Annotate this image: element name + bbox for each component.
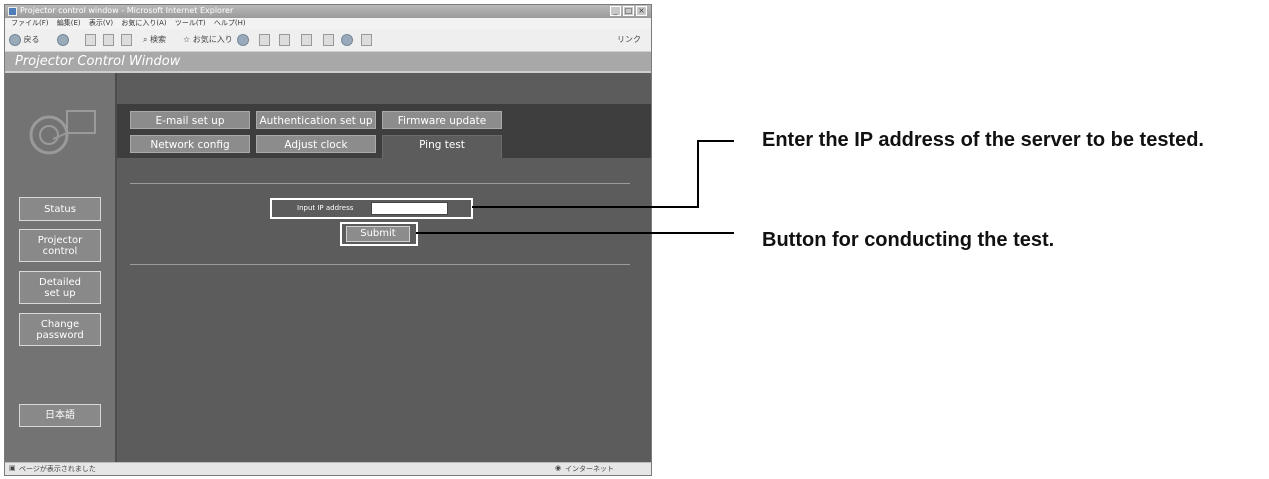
home-button[interactable] [121, 33, 132, 47]
back-arrow-icon [9, 33, 21, 46]
back-button[interactable]: 戻る [9, 33, 40, 47]
tab-adjust-clock[interactable]: Adjust clock [256, 135, 376, 153]
menu-tools[interactable]: ツール(T) [175, 18, 206, 29]
back-label: 戻る [23, 35, 40, 44]
menu-bar: ファイル(F) 編集(E) 表示(V) お気に入り(A) ツール(T) ヘルプ(… [5, 18, 651, 29]
minimize-button[interactable]: _ [610, 6, 621, 16]
sidebar-item-projector-control[interactable]: Projector control [19, 229, 101, 262]
menu-view[interactable]: 表示(V) [89, 18, 113, 29]
logo-icon [29, 110, 96, 155]
ip-address-label: Input IP address [297, 204, 354, 212]
tab-firmware-update[interactable]: Firmware update [382, 111, 502, 129]
globe-icon: ◉ [555, 464, 562, 472]
status-text: ページが表示されました [19, 465, 96, 473]
sidebar-item-detailed-setup[interactable]: Detailed set up [19, 271, 101, 304]
sidebar-item-status[interactable]: Status [19, 197, 101, 221]
browser-window: Projector control window - Microsoft Int… [4, 4, 652, 476]
callout-line-ip-h1 [472, 206, 698, 208]
submit-button[interactable]: Submit [346, 226, 410, 242]
ip-address-input[interactable] [371, 202, 448, 215]
tab-ping-test[interactable]: Ping test [382, 135, 502, 158]
edit-icon [301, 33, 312, 46]
discuss-icon [323, 33, 334, 46]
forward-button[interactable] [57, 33, 69, 47]
edit-button[interactable] [301, 33, 312, 47]
app-header: Projector Control Window [5, 52, 651, 73]
maximize-button[interactable]: □ [623, 6, 634, 16]
app-title: Projector Control Window [15, 54, 181, 69]
page-content: Status Projector control Detailed set up… [5, 73, 651, 463]
tab-email-setup[interactable]: E-mail set up [130, 111, 250, 129]
callout-ip-text: Enter the IP address of the server to be… [762, 129, 1204, 151]
messenger-button[interactable] [341, 33, 353, 47]
divider-top [130, 183, 630, 184]
callout-line-ip-v [697, 140, 699, 208]
research-icon [361, 33, 372, 46]
search-label: 検索 [150, 35, 167, 44]
status-bar: ▣ ページが表示されました ◉ インターネット [5, 462, 651, 475]
favorites-label: お気に入り [192, 35, 233, 44]
stop-icon [85, 33, 96, 46]
tab-network-config[interactable]: Network config [130, 135, 250, 153]
print-icon [279, 33, 290, 46]
star-icon: ☆ [183, 35, 191, 44]
submit-highlight: Submit [340, 222, 418, 246]
callout-line-submit [416, 232, 734, 234]
title-bar: Projector control window - Microsoft Int… [5, 5, 651, 18]
sidebar: Status Projector control Detailed set up… [5, 73, 117, 463]
research-button[interactable] [361, 33, 372, 47]
zone-text: インターネット [565, 465, 614, 473]
forward-arrow-icon [57, 33, 69, 46]
menu-edit[interactable]: 編集(E) [57, 18, 81, 29]
refresh-icon [103, 33, 114, 46]
search-icon: ⌕ [143, 35, 148, 44]
sidebar-item-japanese[interactable]: 日本語 [19, 404, 101, 427]
tab-bar: E-mail set up Authentication set up Firm… [117, 104, 651, 158]
stop-button[interactable] [85, 33, 96, 47]
menu-file[interactable]: ファイル(F) [11, 18, 49, 29]
mail-button[interactable] [259, 33, 270, 47]
page-icon: ▣ [9, 464, 16, 472]
divider-bottom [130, 264, 630, 265]
menu-help[interactable]: ヘルプ(H) [214, 18, 246, 29]
messenger-icon [341, 33, 353, 46]
tab-authentication-setup[interactable]: Authentication set up [256, 111, 376, 129]
callout-line-ip-h2 [697, 140, 734, 142]
history-icon [237, 33, 249, 46]
ie-icon [8, 7, 17, 16]
menu-favorites[interactable]: お気に入り(A) [121, 18, 166, 29]
discuss-button[interactable] [323, 33, 334, 47]
search-button[interactable]: ⌕ 検索 [143, 33, 166, 47]
refresh-button[interactable] [103, 33, 114, 47]
close-button[interactable]: × [636, 6, 647, 16]
mail-icon [259, 33, 270, 46]
sidebar-item-change-password[interactable]: Change password [19, 313, 101, 346]
print-button[interactable] [279, 33, 290, 47]
callout-submit-text: Button for conducting the test. [762, 229, 1055, 251]
home-icon [121, 33, 132, 46]
history-button[interactable] [237, 33, 249, 47]
ip-address-row: Input IP address [270, 198, 473, 219]
window-title: Projector control window - Microsoft Int… [20, 6, 234, 15]
browser-toolbar: 戻る ⌕ 検索 ☆ お気に入り リンク [5, 29, 651, 52]
favorites-button[interactable]: ☆ お気に入り [183, 33, 233, 47]
links-button[interactable]: リンク [617, 33, 641, 47]
